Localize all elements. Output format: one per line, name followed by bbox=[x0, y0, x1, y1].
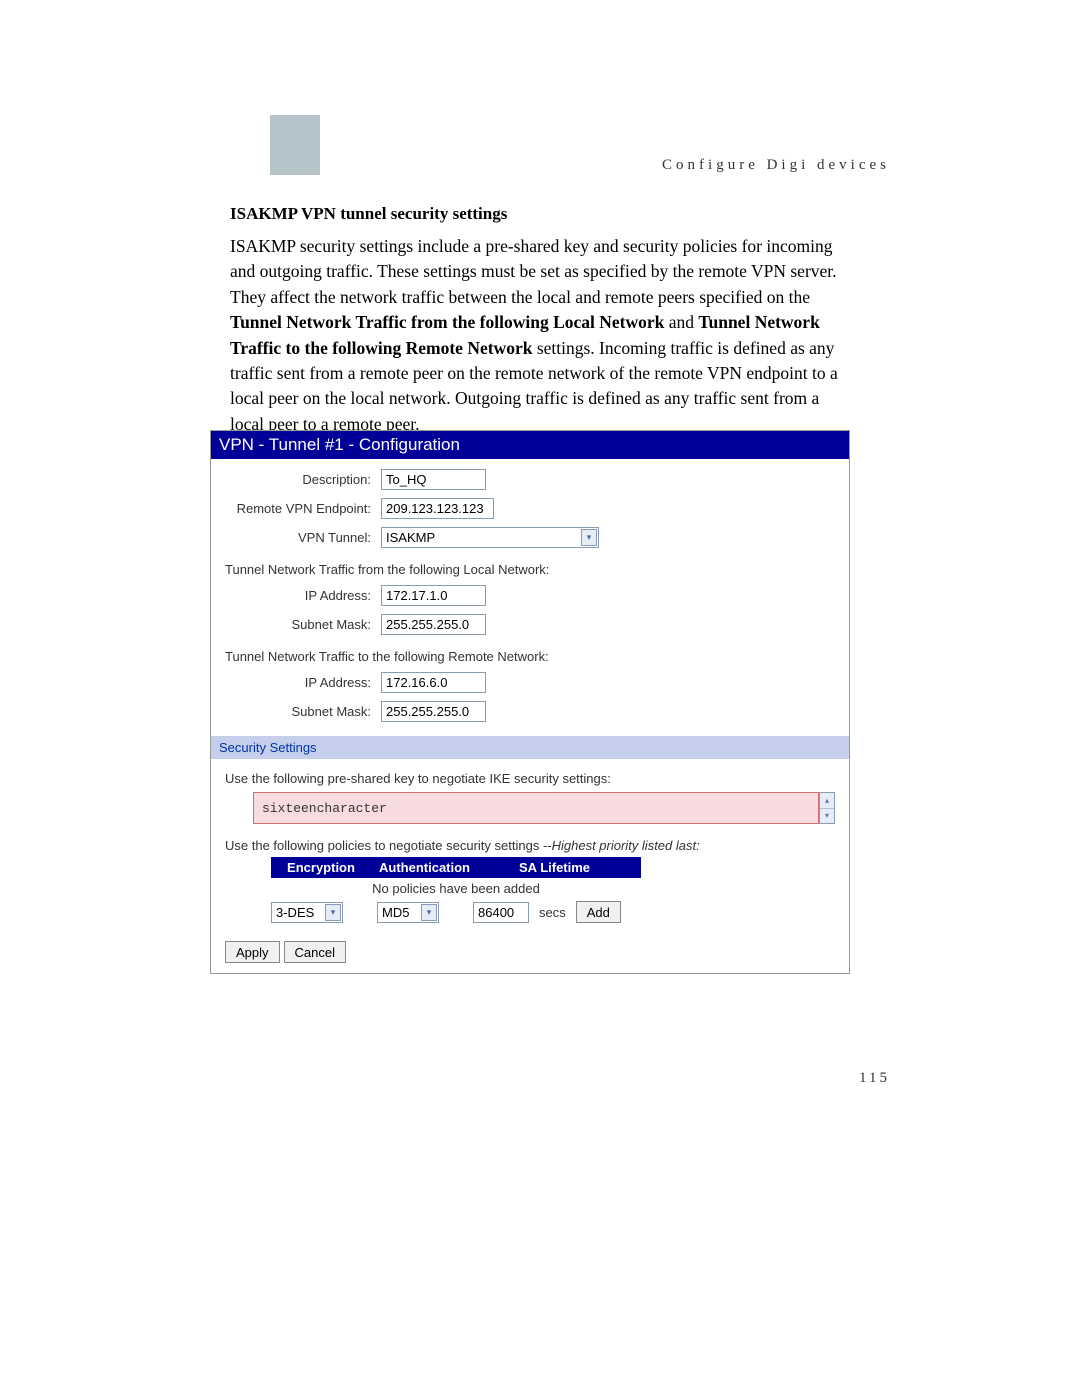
section-title: ISAKMP VPN tunnel security settings bbox=[230, 204, 850, 224]
row-remote-ip: IP Address: bbox=[225, 672, 835, 693]
psk-scrollbar[interactable]: ▴ ▾ bbox=[819, 792, 835, 824]
col-sa-lifetime: SA Lifetime bbox=[511, 857, 641, 878]
config-panel: VPN - Tunnel #1 - Configuration Descript… bbox=[210, 430, 850, 974]
body-text-1: ISAKMP security settings include a pre-s… bbox=[230, 236, 837, 307]
no-policies-text: No policies have been added bbox=[271, 878, 641, 899]
body-text-2: and bbox=[664, 312, 698, 332]
select-vpn-tunnel-value: ISAKMP bbox=[386, 530, 435, 545]
input-remote-mask[interactable] bbox=[381, 701, 486, 722]
select-vpn-tunnel[interactable]: ISAKMP ▾ bbox=[381, 527, 599, 548]
secs-label: secs bbox=[533, 905, 572, 920]
cancel-button[interactable]: Cancel bbox=[284, 941, 346, 963]
apply-button[interactable]: Apply bbox=[225, 941, 280, 963]
input-description[interactable] bbox=[381, 469, 486, 490]
local-network-heading: Tunnel Network Traffic from the followin… bbox=[225, 562, 835, 577]
select-encryption-value: 3-DES bbox=[276, 905, 314, 920]
psk-label: Use the following pre-shared key to nego… bbox=[225, 771, 835, 786]
row-vpn-tunnel: VPN Tunnel: ISAKMP ▾ bbox=[225, 527, 835, 548]
select-encryption[interactable]: 3-DES ▾ bbox=[271, 902, 343, 923]
col-encryption: Encryption bbox=[271, 857, 371, 878]
input-remote-ip[interactable] bbox=[381, 672, 486, 693]
label-local-mask: Subnet Mask: bbox=[225, 617, 381, 632]
row-description: Description: bbox=[225, 469, 835, 490]
button-row: Apply Cancel bbox=[225, 941, 835, 963]
input-preshared-key[interactable] bbox=[253, 792, 819, 824]
security-settings-heading: Security Settings bbox=[211, 736, 849, 759]
body-bold-1: Tunnel Network Traffic from the followin… bbox=[230, 312, 664, 332]
input-remote-endpoint[interactable] bbox=[381, 498, 494, 519]
label-remote-mask: Subnet Mask: bbox=[225, 704, 381, 719]
row-local-mask: Subnet Mask: bbox=[225, 614, 835, 635]
label-description: Description: bbox=[225, 472, 381, 487]
add-button[interactable]: Add bbox=[576, 901, 621, 923]
input-local-ip[interactable] bbox=[381, 585, 486, 606]
row-local-ip: IP Address: bbox=[225, 585, 835, 606]
policy-table-header: Encryption Authentication SA Lifetime bbox=[271, 857, 641, 878]
policy-label-plain: Use the following policies to negotiate … bbox=[225, 838, 552, 853]
select-authentication[interactable]: MD5 ▾ bbox=[377, 902, 439, 923]
row-remote-mask: Subnet Mask: bbox=[225, 701, 835, 722]
scroll-up-icon[interactable]: ▴ bbox=[820, 793, 834, 809]
chevron-down-icon: ▾ bbox=[421, 904, 437, 921]
decorative-bar bbox=[270, 115, 320, 175]
input-local-mask[interactable] bbox=[381, 614, 486, 635]
chevron-down-icon: ▾ bbox=[581, 529, 597, 546]
select-authentication-value: MD5 bbox=[382, 905, 409, 920]
row-remote-endpoint: Remote VPN Endpoint: bbox=[225, 498, 835, 519]
panel-body: Description: Remote VPN Endpoint: VPN Tu… bbox=[211, 459, 849, 973]
label-local-ip: IP Address: bbox=[225, 588, 381, 603]
policy-label: Use the following policies to negotiate … bbox=[225, 838, 835, 853]
content-area: ISAKMP VPN tunnel security settings ISAK… bbox=[230, 204, 850, 437]
chevron-down-icon: ▾ bbox=[325, 904, 341, 921]
label-remote-ip: IP Address: bbox=[225, 675, 381, 690]
body-paragraph: ISAKMP security settings include a pre-s… bbox=[230, 234, 850, 437]
label-vpn-tunnel: VPN Tunnel: bbox=[225, 530, 381, 545]
panel-title: VPN - Tunnel #1 - Configuration bbox=[211, 431, 849, 459]
scroll-down-icon[interactable]: ▾ bbox=[820, 809, 834, 824]
label-remote-endpoint: Remote VPN Endpoint: bbox=[225, 501, 381, 516]
policy-table: Encryption Authentication SA Lifetime No… bbox=[271, 857, 641, 899]
remote-network-heading: Tunnel Network Traffic to the following … bbox=[225, 649, 835, 664]
page-number: 115 bbox=[859, 1070, 890, 1087]
col-authentication: Authentication bbox=[371, 857, 511, 878]
page-header: Configure Digi devices bbox=[662, 157, 890, 174]
psk-row: ▴ ▾ bbox=[253, 792, 835, 824]
policy-form-row: 3-DES ▾ MD5 ▾ secs Add bbox=[271, 901, 835, 923]
input-sa-lifetime[interactable] bbox=[473, 902, 529, 923]
policy-label-italic: Highest priority listed last: bbox=[552, 838, 700, 853]
